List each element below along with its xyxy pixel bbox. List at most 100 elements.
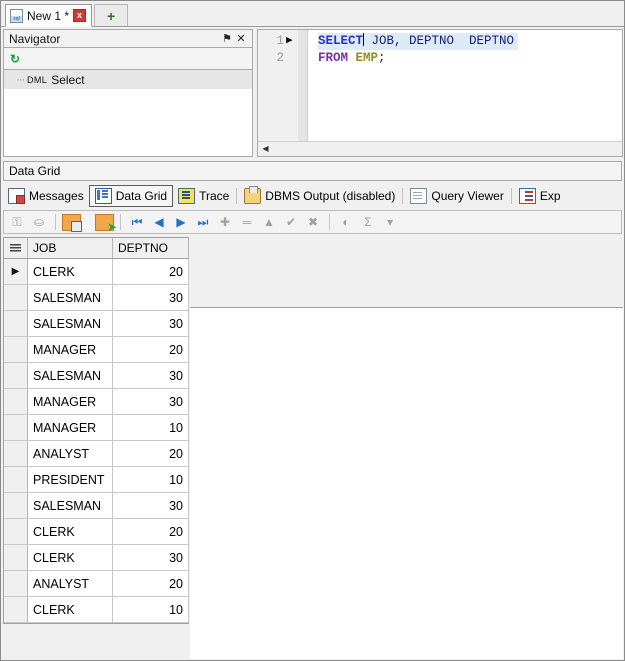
- cell-deptno[interactable]: 30: [113, 389, 189, 414]
- table-row[interactable]: PRESIDENT 10: [4, 467, 189, 493]
- cell-deptno[interactable]: 30: [113, 285, 189, 310]
- line-number-gutter: 1 2: [258, 30, 286, 141]
- grid-menu-icon[interactable]: [10, 243, 21, 253]
- cell-deptno[interactable]: 30: [113, 311, 189, 336]
- cell-deptno[interactable]: 30: [113, 545, 189, 570]
- refresh-icon[interactable]: ↻: [10, 52, 20, 66]
- navigator-item-dml-select[interactable]: ··· DML Select: [4, 70, 252, 89]
- scroll-left-icon[interactable]: ◀: [258, 142, 273, 156]
- aggregate-dropdown-button[interactable]: ▾: [380, 212, 400, 232]
- table-row[interactable]: CLERK 30: [4, 545, 189, 571]
- editor-horizontal-scrollbar[interactable]: ◀: [258, 141, 622, 156]
- grid-to-editor-button[interactable]: [95, 213, 117, 233]
- tab-messages[interactable]: Messages: [3, 185, 89, 207]
- row-indicator[interactable]: [4, 545, 28, 570]
- import-data-button[interactable]: ⚿: [7, 212, 27, 232]
- row-indicator[interactable]: [4, 415, 28, 440]
- insert-record-button[interactable]: ✚: [215, 212, 235, 232]
- cell-job[interactable]: ANALYST: [28, 441, 113, 466]
- cell-job[interactable]: SALESMAN: [28, 285, 113, 310]
- cell-job[interactable]: CLERK: [28, 545, 113, 570]
- row-indicator[interactable]: [4, 389, 28, 414]
- table-row[interactable]: MANAGER 20: [4, 337, 189, 363]
- document-tab-new1[interactable]: New 1 * x: [5, 4, 93, 27]
- column-header-deptno[interactable]: DEPTNO: [113, 238, 189, 258]
- cell-job[interactable]: SALESMAN: [28, 493, 113, 518]
- row-indicator[interactable]: [4, 571, 28, 596]
- cell-deptno[interactable]: 20: [113, 441, 189, 466]
- cell-job[interactable]: PRESIDENT: [28, 467, 113, 492]
- cell-job[interactable]: SALESMAN: [28, 311, 113, 336]
- cell-job[interactable]: CLERK: [28, 597, 113, 622]
- tab-label: Trace: [199, 189, 230, 203]
- cell-deptno[interactable]: 10: [113, 467, 189, 492]
- export-data-button[interactable]: ⛀: [29, 212, 49, 232]
- last-record-button[interactable]: ⏭: [193, 212, 213, 232]
- cancel-edit-button[interactable]: ✖: [303, 212, 323, 232]
- delete-record-button[interactable]: ═: [237, 212, 257, 232]
- cell-deptno[interactable]: 20: [113, 337, 189, 362]
- column-header-job[interactable]: JOB: [28, 238, 113, 258]
- cell-deptno[interactable]: 20: [113, 571, 189, 596]
- row-indicator[interactable]: [4, 493, 28, 518]
- new-tab-button[interactable]: +: [94, 4, 129, 26]
- aggregate-button[interactable]: Σ: [358, 212, 378, 232]
- cell-job[interactable]: CLERK: [28, 519, 113, 544]
- tab-explain-plan[interactable]: Exp: [514, 185, 566, 207]
- filter-button[interactable]: ◐: [336, 212, 356, 232]
- row-indicator[interactable]: [4, 441, 28, 466]
- cell-deptno[interactable]: 20: [113, 259, 189, 284]
- table-row[interactable]: CLERK 10: [4, 597, 189, 623]
- post-edit-button[interactable]: ✔: [281, 212, 301, 232]
- tab-separator: [510, 188, 512, 204]
- cell-job[interactable]: MANAGER: [28, 337, 113, 362]
- tab-data-grid[interactable]: Data Grid: [88, 185, 174, 207]
- table-row[interactable]: ANALYST 20: [4, 441, 189, 467]
- cell-deptno[interactable]: 20: [113, 519, 189, 544]
- table-row[interactable]: SALESMAN 30: [4, 285, 189, 311]
- row-indicator[interactable]: [4, 363, 28, 388]
- cell-deptno[interactable]: 10: [113, 415, 189, 440]
- table-row[interactable]: CLERK 20: [4, 519, 189, 545]
- close-icon[interactable]: x: [73, 9, 87, 22]
- cell-job[interactable]: CLERK: [28, 259, 113, 284]
- query-viewer-icon: [410, 188, 428, 204]
- table-row[interactable]: MANAGER 30: [4, 389, 189, 415]
- tab-trace[interactable]: Trace: [173, 185, 234, 207]
- tab-dbms-output[interactable]: DBMS Output (disabled): [239, 185, 400, 207]
- cell-deptno[interactable]: 30: [113, 493, 189, 518]
- first-record-button[interactable]: ⏮: [127, 212, 147, 232]
- table-row[interactable]: SALESMAN 30: [4, 493, 189, 519]
- edit-record-button[interactable]: ▲: [259, 212, 279, 232]
- next-record-button[interactable]: ▶: [171, 212, 191, 232]
- sql-code[interactable]: SELECT JOB, DEPTNO DEPTNO FROM EMP;: [308, 30, 622, 141]
- cell-job[interactable]: MANAGER: [28, 389, 113, 414]
- table-row[interactable]: ANALYST 20: [4, 571, 189, 597]
- table-row[interactable]: SALESMAN 30: [4, 363, 189, 389]
- cell-job[interactable]: MANAGER: [28, 415, 113, 440]
- row-indicator[interactable]: [4, 467, 28, 492]
- row-indicator[interactable]: [4, 311, 28, 336]
- row-indicator-header[interactable]: [4, 238, 28, 258]
- sql-editor[interactable]: 1 2 ▶ SELECT JOB, DEPTNO DEPTNO FROM EMP…: [257, 29, 623, 157]
- table-row[interactable]: ▶ CLERK 20: [4, 259, 189, 285]
- row-indicator[interactable]: [4, 337, 28, 362]
- row-indicator[interactable]: [4, 285, 28, 310]
- current-row-indicator-icon[interactable]: ▶: [4, 259, 28, 284]
- sql-editor-surface[interactable]: 1 2 ▶ SELECT JOB, DEPTNO DEPTNO FROM EMP…: [258, 30, 622, 141]
- cell-job[interactable]: SALESMAN: [28, 363, 113, 388]
- close-icon[interactable]: ✕: [234, 32, 248, 45]
- cell-deptno[interactable]: 30: [113, 363, 189, 388]
- pin-icon[interactable]: ⚑: [220, 32, 234, 45]
- table-row[interactable]: SALESMAN 30: [4, 311, 189, 337]
- row-indicator[interactable]: [4, 519, 28, 544]
- data-grid[interactable]: JOB DEPTNO ▶ CLERK 20 SALESMAN 30 SALESMAN 30 M…: [3, 237, 189, 624]
- cell-deptno[interactable]: 10: [113, 597, 189, 622]
- tab-query-viewer[interactable]: Query Viewer: [405, 185, 508, 207]
- table-row[interactable]: MANAGER 10: [4, 415, 189, 441]
- row-indicator[interactable]: [4, 597, 28, 622]
- cell-job[interactable]: ANALYST: [28, 571, 113, 596]
- previous-record-button[interactable]: ◀: [149, 212, 169, 232]
- single-record-view-button[interactable]: [62, 213, 82, 232]
- document-tab-label: New 1 *: [27, 8, 70, 23]
